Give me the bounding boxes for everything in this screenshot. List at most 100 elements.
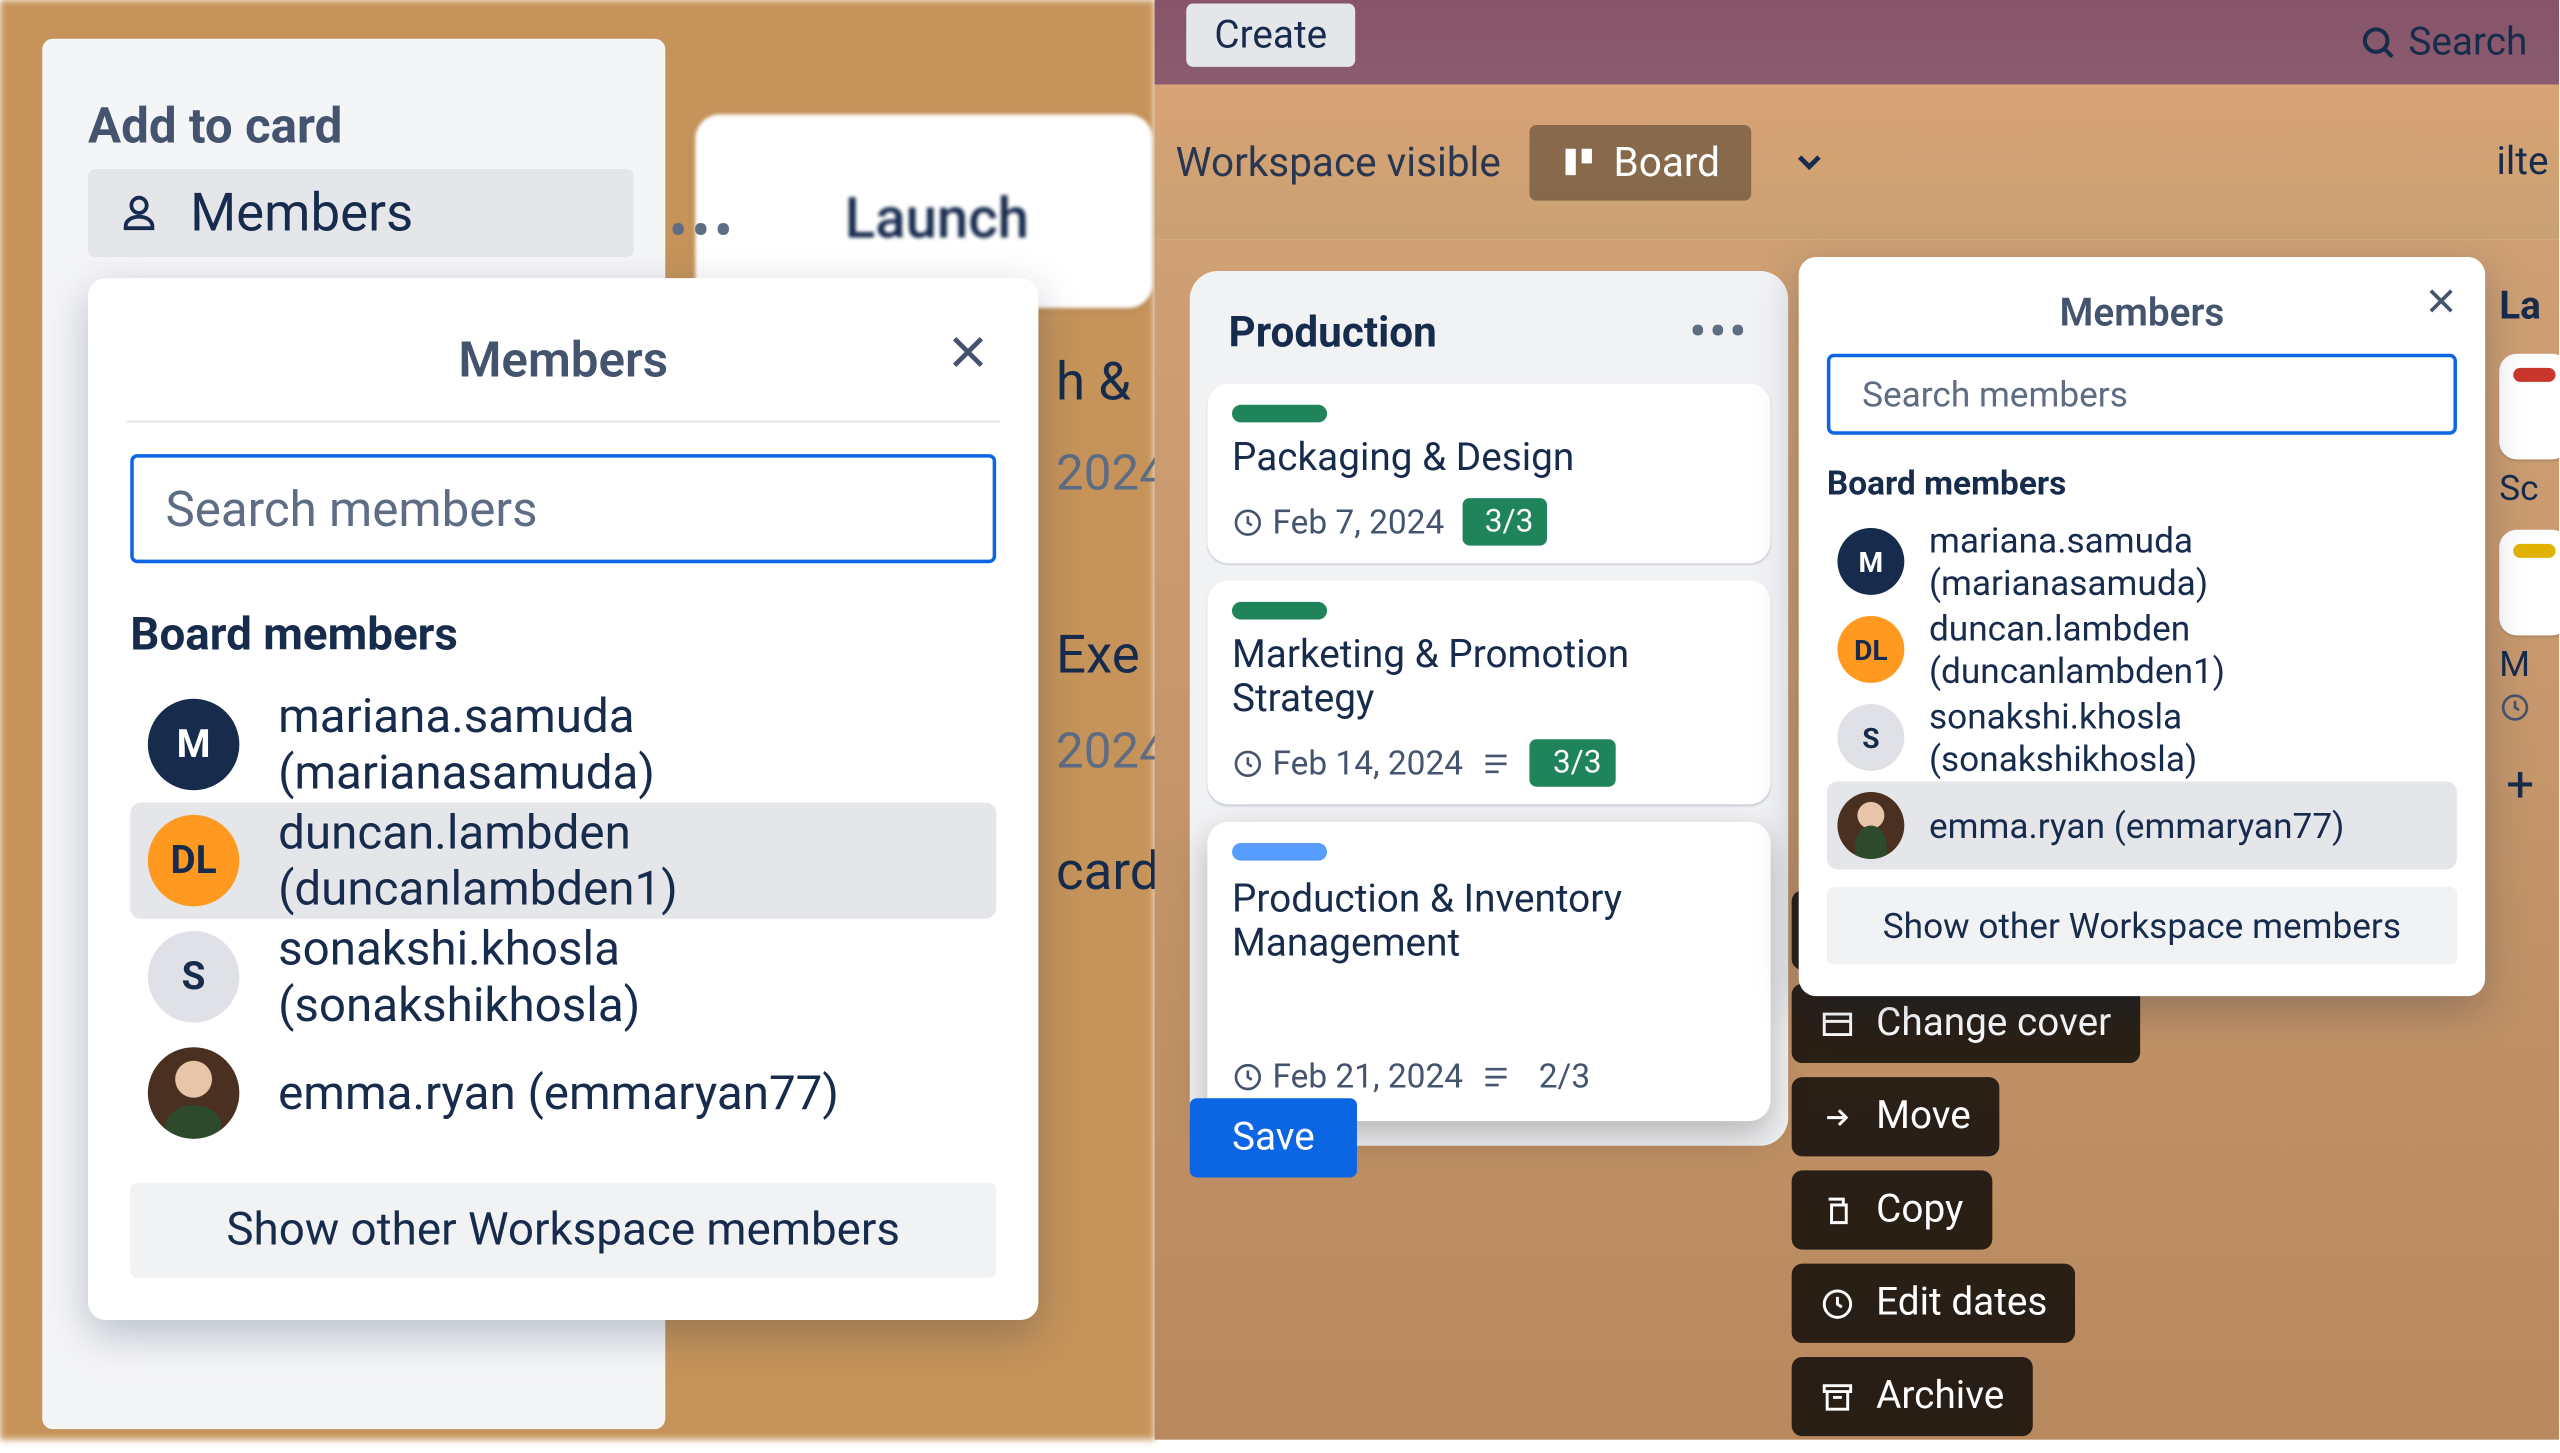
avatar: S <box>148 931 240 1023</box>
card-label <box>1232 405 1327 423</box>
description-badge <box>1481 1060 1513 1092</box>
avatar <box>1837 792 1904 859</box>
card-list: Packaging & Design Feb 7, 2024 3/3 Marketin… <box>1207 384 1770 805</box>
context-menu-label: Move <box>1876 1095 1971 1139</box>
board-icon <box>1561 144 1596 179</box>
card-fragment: M <box>2499 642 2560 684</box>
save-button[interactable]: Save <box>1190 1098 1357 1177</box>
member-row[interactable]: Mmariana.samuda (marianasamuda) <box>130 686 996 802</box>
arrow-icon <box>1820 1099 1855 1134</box>
filter-fragment: ilte <box>2496 141 2548 185</box>
member-row[interactable]: DL duncan.lambden (duncanlambden1) <box>130 803 996 919</box>
board-members-label: Board members <box>1827 463 2457 503</box>
members-popover-small: Members Board members Mmariana.samuda (m… <box>1799 257 2485 996</box>
search-area[interactable]: Search <box>2359 20 2527 64</box>
card-title: Packaging & Design <box>1232 436 1746 480</box>
search-members-input[interactable] <box>1827 354 2457 435</box>
card-title: Production & Inventory Management <box>1232 878 1746 966</box>
avatar <box>148 1047 240 1139</box>
card-quick-edit[interactable]: Production & Inventory Management Feb 21… <box>1207 822 1770 1121</box>
card-fragment: Sc <box>2499 466 2560 508</box>
context-menu-item[interactable]: Copy <box>1792 1170 1992 1249</box>
view-switcher-chevron[interactable] <box>1780 132 1840 192</box>
member-row[interactable]: emma.ryan (emmaryan77) <box>130 1035 996 1151</box>
member-row[interactable]: DL duncan.lambden (duncanlambden1) <box>1827 605 2457 693</box>
member-row[interactable]: Ssonakshi.khosla (sonakshikhosla) <box>130 919 996 1035</box>
card[interactable]: Marketing & Promotion StrategyFeb 14, 20… <box>1207 581 1770 805</box>
section-heading: Add to card <box>88 97 342 155</box>
bg-text: 2024 <box>1056 444 1167 502</box>
avatar: M <box>1837 528 1904 595</box>
bg-text: card <box>1056 841 1160 903</box>
close-icon <box>945 329 991 375</box>
board-view-button[interactable]: Board <box>1529 124 1752 200</box>
search-members-input[interactable] <box>130 454 996 563</box>
avatar: DL <box>148 815 240 907</box>
members-popover: Members Board members Mmariana.samuda (m… <box>88 278 1038 1320</box>
list-menu-icon[interactable]: ••• <box>1690 306 1750 359</box>
members-list: Mmariana.samuda (marianasamuda) DL duncan.… <box>1827 517 2457 869</box>
popover-title: Members <box>1827 285 2457 354</box>
ellipsis-icon: ••• <box>669 197 737 264</box>
close-button[interactable] <box>933 317 1003 387</box>
bg-text: h & <box>1056 352 1131 414</box>
member-name: emma.ryan (emmaryan77) <box>278 1065 839 1121</box>
card-label <box>1232 602 1327 620</box>
avatar: DL <box>1837 616 1904 683</box>
member-row[interactable]: emma.ryan (emmaryan77) <box>1827 781 2457 869</box>
chevron-down-icon <box>1790 143 1829 182</box>
context-menu-item[interactable]: Move <box>1792 1077 1999 1156</box>
context-menu-label: Copy <box>1876 1188 1963 1232</box>
member-name: duncan.lambden (duncanlambden1) <box>278 804 978 917</box>
card[interactable]: Packaging & Design Feb 7, 2024 3/3 <box>1207 384 1770 564</box>
context-menu-item[interactable]: Edit dates <box>1792 1264 2076 1343</box>
divider <box>127 421 1000 423</box>
workspace-visibility[interactable]: Workspace visible <box>1176 138 1501 186</box>
checklist-badge: 2/3 <box>1530 1056 1590 1096</box>
board-members-label: Board members <box>130 609 996 662</box>
context-menu-label: Change cover <box>1876 1001 2111 1045</box>
left-screenshot: Launch ••• h & 2024 Exe 2024 card Add to… <box>0 0 1155 1440</box>
popover-title: Members <box>130 320 996 403</box>
member-name: sonakshi.khosla (sonakshikhosla) <box>1929 695 2446 779</box>
board-canvas: Production ••• Packaging & Design Feb 7, … <box>1155 239 2559 1439</box>
copy-icon <box>1820 1192 1855 1227</box>
due-date-badge: Feb 14, 2024 <box>1232 743 1463 783</box>
list-header[interactable]: Production ••• <box>1207 296 1770 384</box>
member-name: emma.ryan (emmaryan77) <box>1929 804 2344 846</box>
clock-icon <box>1232 1060 1264 1092</box>
create-button[interactable]: Create <box>1186 4 1355 67</box>
clock-icon <box>1232 506 1264 538</box>
due-date-badge: Feb 21, 2024 <box>1232 1056 1463 1096</box>
member-name: sonakshi.khosla (sonakshikhosla) <box>278 920 978 1033</box>
card-label-yellow <box>2513 544 2555 558</box>
members-list: Mmariana.samuda (marianasamuda) DL duncan.… <box>130 686 996 1151</box>
top-nav-bar: Create Search <box>1155 0 2559 84</box>
close-icon <box>2424 283 2459 318</box>
close-button[interactable] <box>2415 275 2468 328</box>
partial-card <box>2499 354 2560 460</box>
background-list-title: Launch <box>845 185 1029 252</box>
context-menu-item[interactable]: Archive <box>1792 1357 2033 1436</box>
member-name: duncan.lambden (duncanlambden1) <box>1929 607 2446 691</box>
context-menu-label: Edit dates <box>1876 1281 2047 1325</box>
checklist-badge: 3/3 <box>1462 498 1548 546</box>
search-label: Search <box>2408 20 2527 64</box>
list-title-text: Production <box>1228 308 1436 357</box>
partial-card <box>2499 530 2560 636</box>
show-other-workspace-button[interactable]: Show other Workspace members <box>1827 887 2457 964</box>
member-row[interactable]: Ssonakshi.khosla (sonakshikhosla) <box>1827 693 2457 781</box>
members-button[interactable]: Members <box>88 169 634 257</box>
card-label-blue <box>1232 843 1327 861</box>
description-icon <box>1481 1060 1513 1092</box>
avatar: S <box>1837 704 1904 771</box>
member-name: mariana.samuda (marianasamuda) <box>1929 519 2446 603</box>
member-row[interactable]: Mmariana.samuda (marianasamuda) <box>1827 517 2457 605</box>
members-button-label: Members <box>190 182 413 244</box>
add-list-button[interactable]: + <box>2499 755 2560 813</box>
member-name: mariana.samuda (marianasamuda) <box>278 688 978 801</box>
due-date-badge: Feb 7, 2024 <box>1232 502 1444 542</box>
list-production: Production ••• Packaging & Design Feb 7, … <box>1190 271 1788 1146</box>
bg-text: 2024 <box>1056 722 1167 780</box>
show-other-workspace-button[interactable]: Show other Workspace members <box>130 1183 996 1278</box>
